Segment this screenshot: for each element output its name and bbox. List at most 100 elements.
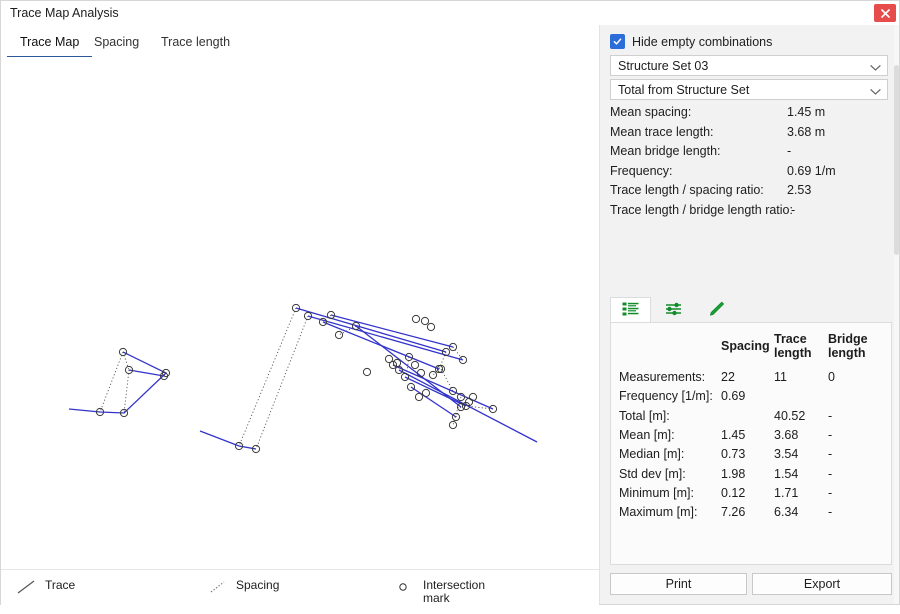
- row-spacing: 0.12: [721, 486, 745, 500]
- tab-bar: Trace Map Spacing Trace length: [1, 29, 599, 58]
- chevron-down-icon: [870, 85, 881, 99]
- trace-line[interactable]: [399, 370, 537, 442]
- table-list-icon: [622, 302, 639, 319]
- spacing-line: [100, 352, 123, 412]
- row-bridge: -: [828, 467, 832, 481]
- close-icon[interactable]: [874, 4, 896, 22]
- summary-row: Frequency: 0.69 1/m: [610, 164, 892, 184]
- row-trace: 40.52: [774, 409, 805, 423]
- spacing-line: [124, 370, 129, 413]
- spacing-dotted-line-glyph: [206, 579, 230, 595]
- summary-key: Trace length / bridge length ratio:: [610, 203, 793, 217]
- intersection-mark[interactable]: [429, 371, 436, 378]
- table-row: Median [m]: 0.73 3.54 -: [611, 447, 892, 466]
- row-label: Std dev [m]:: [619, 467, 686, 481]
- vertical-scrollbar[interactable]: [894, 25, 899, 604]
- intersection-mark[interactable]: [411, 361, 418, 368]
- trace-map-pane: Trace Map Spacing Trace length Trace Spa…: [1, 25, 599, 604]
- summary-key: Mean spacing:: [610, 105, 691, 119]
- summary-row: Mean spacing: 1.45 m: [610, 105, 892, 125]
- intersection-mark[interactable]: [412, 315, 419, 322]
- window-title: Trace Map Analysis: [10, 6, 119, 20]
- row-spacing: 1.45: [721, 428, 745, 442]
- trace-line[interactable]: [296, 308, 446, 352]
- table-row: Frequency [1/m]: 0.69: [611, 389, 892, 408]
- summary-key: Frequency:: [610, 164, 673, 178]
- table-row: Maximum [m]: 7.26 6.34 -: [611, 505, 892, 524]
- intersection-mark[interactable]: [385, 355, 392, 362]
- summary-key: Trace length / spacing ratio:: [610, 183, 764, 197]
- aggregation-value: Total from Structure Set: [618, 83, 749, 97]
- legend-label-trace: Trace: [45, 579, 75, 592]
- row-trace: 1.71: [774, 486, 798, 500]
- trace-map-svg: [1, 57, 599, 569]
- trace-map-canvas[interactable]: [1, 57, 599, 569]
- row-spacing: 0.73: [721, 447, 745, 461]
- row-spacing: 7.26: [721, 505, 745, 519]
- intersection-circle-glyph: [393, 579, 417, 595]
- row-label: Minimum [m]:: [619, 486, 694, 500]
- summary-row: Mean bridge length: -: [610, 144, 892, 164]
- print-button[interactable]: Print: [610, 573, 747, 595]
- table-row: Measurements: 22 11 0: [611, 370, 892, 389]
- structure-set-value: Structure Set 03: [618, 59, 708, 73]
- tab-trace-map[interactable]: Trace Map: [7, 29, 92, 58]
- legend-item-spacing: Spacing: [206, 570, 279, 614]
- row-label: Mean [m]:: [619, 428, 675, 442]
- trace-line-glyph: [15, 579, 39, 595]
- tab-spacing[interactable]: Spacing: [81, 29, 152, 56]
- hide-empty-combinations-label: Hide empty combinations: [632, 35, 772, 49]
- chevron-down-icon: [870, 61, 881, 75]
- stats-column-header-bridge-length: Bridgelength: [828, 333, 868, 360]
- intersection-mark[interactable]: [422, 389, 429, 396]
- trace-line[interactable]: [69, 352, 166, 413]
- summary-value: 0.69 1/m: [787, 164, 836, 178]
- summary-value: -: [787, 144, 791, 158]
- table-row: Mean [m]: 1.45 3.68 -: [611, 428, 892, 447]
- intersection-mark[interactable]: [427, 323, 434, 330]
- tab-trace-length[interactable]: Trace length: [148, 29, 243, 56]
- summary-value: 1.45 m: [787, 105, 825, 119]
- row-trace: 1.54: [774, 467, 798, 481]
- sliders-icon: [665, 302, 682, 319]
- table-row: Std dev [m]: 1.98 1.54 -: [611, 467, 892, 486]
- spacing-line: [456, 407, 461, 417]
- row-spacing: 22: [721, 370, 735, 384]
- summary-key: Mean trace length:: [610, 125, 714, 139]
- export-button[interactable]: Export: [752, 573, 892, 595]
- row-bridge: -: [828, 505, 832, 519]
- stats-icon-tab-bar: [610, 297, 892, 323]
- row-spacing: 1.98: [721, 467, 745, 481]
- row-bridge: -: [828, 486, 832, 500]
- structure-set-select[interactable]: Structure Set 03: [610, 55, 888, 76]
- intersection-mark[interactable]: [335, 331, 342, 338]
- pencil-icon: [708, 301, 725, 319]
- aggregation-select[interactable]: Total from Structure Set: [610, 79, 888, 100]
- tab-table-list[interactable]: [610, 297, 651, 323]
- summary-value: 2.53: [787, 183, 811, 197]
- row-label: Maximum [m]:: [619, 505, 697, 519]
- intersection-mark[interactable]: [421, 317, 428, 324]
- trace-line[interactable]: [331, 315, 453, 347]
- row-bridge: -: [828, 409, 832, 423]
- summary-key: Mean bridge length:: [610, 144, 721, 158]
- intersection-mark[interactable]: [415, 393, 422, 400]
- trace-line[interactable]: [129, 370, 164, 376]
- trace-line[interactable]: [200, 431, 256, 449]
- row-label: Median [m]:: [619, 447, 684, 461]
- trace-line[interactable]: [308, 316, 463, 360]
- title-bar: Trace Map Analysis: [1, 1, 899, 25]
- intersection-mark[interactable]: [363, 368, 370, 375]
- row-label: Measurements:: [619, 370, 705, 384]
- legend-item-trace: Trace: [15, 570, 75, 614]
- summary-row: Trace length / bridge length ratio: -: [610, 203, 892, 223]
- legend-item-intersection: Intersection mark: [393, 570, 513, 614]
- intersection-mark[interactable]: [449, 421, 456, 428]
- tab-edit-pencil[interactable]: [696, 297, 737, 323]
- scrollbar-thumb[interactable]: [894, 65, 899, 255]
- trace-map-analysis-window: Trace Map Analysis Trace Map Spacing Tra…: [0, 0, 900, 605]
- tab-settings-sliders[interactable]: [653, 297, 694, 323]
- spacing-line: [256, 316, 308, 449]
- hide-empty-combinations-checkbox[interactable]: Hide empty combinations: [610, 34, 772, 49]
- row-trace: 6.34: [774, 505, 798, 519]
